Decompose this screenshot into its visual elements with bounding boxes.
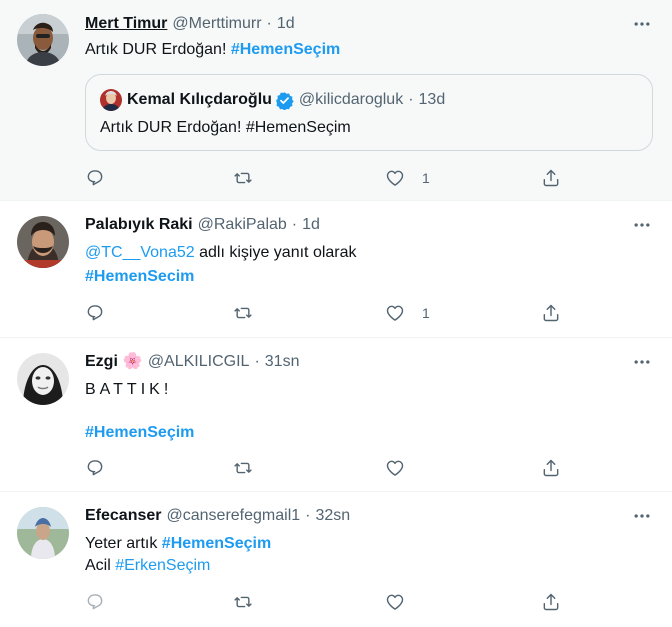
retweet-icon[interactable]: [233, 301, 253, 325]
like-count: 1: [422, 170, 430, 186]
reply-icon[interactable]: [85, 590, 105, 614]
action-bar: 1: [85, 166, 565, 190]
hashtag-link[interactable]: #HemenSecim: [85, 268, 194, 285]
action-bar: 1: [85, 301, 565, 325]
tweet-header: Mert Timur @Merttimurr · 1d: [85, 12, 295, 36]
retweet-icon[interactable]: [233, 166, 253, 190]
quoted-tweet[interactable]: Kemal Kılıçdaroğlu @kilicdarogluk · 13d …: [85, 74, 653, 151]
retweet-icon[interactable]: [233, 590, 253, 614]
avatar[interactable]: [17, 507, 69, 559]
share-icon[interactable]: [541, 166, 561, 190]
timestamp[interactable]: 1d: [302, 213, 320, 237]
tweet-text: Artık DUR Erdoğan! #HemenSeçim: [85, 38, 340, 62]
action-bar: [85, 456, 565, 480]
user-handle: @kilicdarogluk: [298, 91, 404, 108]
avatar: [100, 89, 122, 111]
name-emoji: 🌸: [122, 353, 143, 370]
quoted-tweet-header: Kemal Kılıçdaroğlu @kilicdarogluk · 13d: [100, 89, 445, 111]
tweet[interactable]: Efecanser @canserefegmail1 · 32sn Yeter …: [0, 492, 672, 627]
display-name[interactable]: Ezgi: [85, 350, 118, 374]
separator-dot: ·: [291, 216, 298, 233]
hashtag-link[interactable]: #HemenSeçim: [85, 424, 194, 441]
user-handle[interactable]: @ALKILICGIL: [148, 350, 250, 374]
reply-label: adlı kişiye yanıt olarak: [199, 244, 357, 261]
share-icon[interactable]: [541, 301, 561, 325]
hashtag-link[interactable]: #HemenSeçim: [231, 41, 340, 58]
separator-dot: ·: [266, 15, 272, 32]
action-bar: [85, 590, 565, 614]
avatar[interactable]: [17, 216, 69, 268]
like-icon: [385, 168, 405, 188]
reply-icon[interactable]: [85, 166, 105, 190]
more-icon[interactable]: [632, 506, 652, 526]
like-icon[interactable]: [385, 590, 405, 614]
timestamp[interactable]: 31sn: [265, 350, 300, 374]
tweet-hashtag-line: #HemenSeçim: [85, 421, 194, 445]
reply-icon[interactable]: [85, 301, 105, 325]
more-icon[interactable]: [632, 352, 652, 372]
verified-badge-icon: [275, 91, 294, 110]
more-icon[interactable]: [632, 215, 652, 235]
display-name[interactable]: Kemal Kılıçdaroğlu: [127, 91, 272, 109]
user-handle[interactable]: @canserefegmail1: [167, 504, 301, 528]
share-icon[interactable]: [541, 456, 561, 480]
timestamp: 13d: [418, 91, 446, 108]
tweet-text: Yeter artık #HemenSeçim: [85, 532, 271, 556]
display-name[interactable]: Mert Timur: [85, 12, 167, 36]
tweet-header: Efecanser @canserefegmail1 · 32sn: [85, 504, 350, 528]
quoted-tweet-text: Artık DUR Erdoğan! #HemenSeçim: [100, 119, 351, 136]
reply-to-link[interactable]: @TC__Vona52: [85, 244, 195, 261]
tweet-text: #HemenSecim: [85, 265, 194, 289]
like-button[interactable]: 1: [385, 301, 430, 325]
tweet-text-line2: Acil #ErkenSeçim: [85, 554, 210, 578]
hashtag-link[interactable]: #ErkenSeçim: [115, 557, 210, 574]
separator-dot: ·: [305, 507, 311, 524]
avatar[interactable]: [17, 353, 69, 405]
tweet[interactable]: Ezgi 🌸 @ALKILICGIL · 31sn BATTIK! #Hemen…: [0, 338, 672, 492]
like-count: 1: [422, 305, 430, 321]
tweet-header: Ezgi 🌸 @ALKILICGIL · 31sn: [85, 350, 299, 374]
like-icon: [385, 303, 405, 323]
display-name[interactable]: Efecanser: [85, 504, 162, 528]
like-button[interactable]: 1: [385, 166, 430, 190]
user-handle[interactable]: @RakiPalab: [198, 213, 287, 237]
share-icon[interactable]: [541, 590, 561, 614]
tweet[interactable]: Palabıyık Raki @RakiPalab · 1d @TC__Vona…: [0, 201, 672, 338]
tweet-header: Palabıyık Raki @RakiPalab · 1d: [85, 213, 320, 237]
user-handle[interactable]: @Merttimurr: [172, 12, 261, 36]
hashtag-link[interactable]: #HemenSeçim: [162, 535, 271, 552]
more-icon[interactable]: [632, 14, 652, 34]
separator-dot: ·: [254, 353, 260, 370]
reply-icon[interactable]: [85, 456, 105, 480]
timestamp[interactable]: 1d: [277, 12, 295, 36]
separator-dot: ·: [408, 91, 414, 108]
avatar[interactable]: [17, 14, 69, 66]
tweet[interactable]: Mert Timur @Merttimurr · 1d Artık DUR Er…: [0, 0, 672, 201]
tweet-body: Acil: [85, 557, 111, 574]
tweet-body: Yeter artık: [85, 535, 158, 552]
reply-context: @TC__Vona52 adlı kişiye yanıt olarak: [85, 241, 357, 265]
timestamp[interactable]: 32sn: [315, 504, 350, 528]
like-icon[interactable]: [385, 456, 405, 480]
display-name[interactable]: Palabıyık Raki: [85, 213, 193, 237]
tweet-text: BATTIK!: [85, 381, 173, 398]
tweet-body: Artık DUR Erdoğan!: [85, 41, 227, 58]
retweet-icon[interactable]: [233, 456, 253, 480]
